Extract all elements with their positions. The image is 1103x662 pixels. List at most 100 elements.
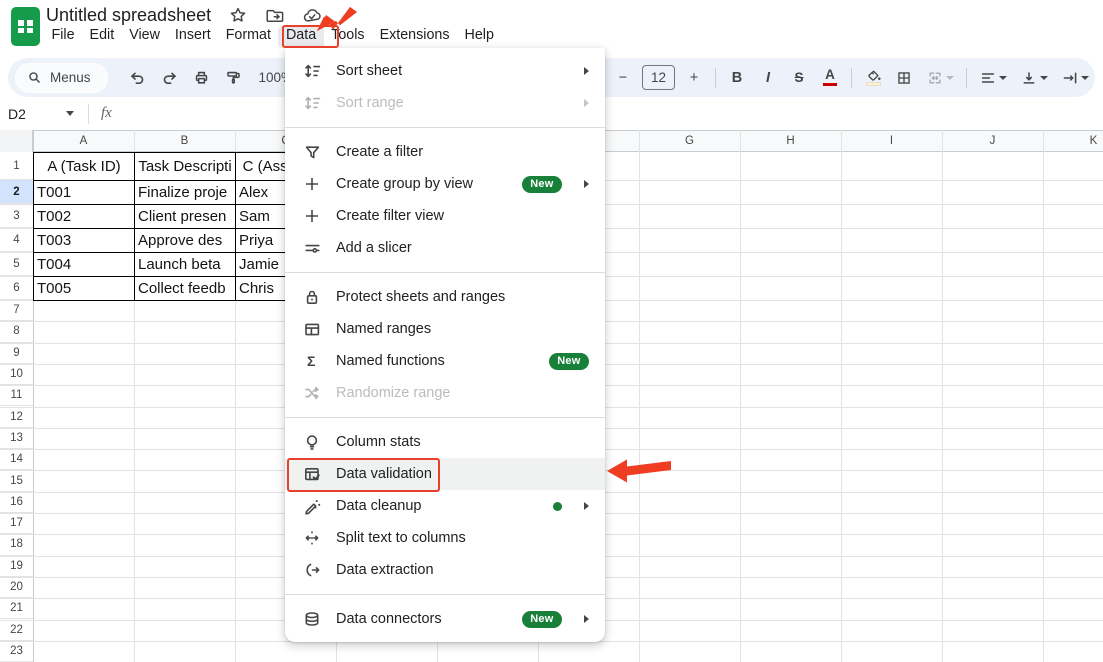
menu-item-data-extraction[interactable]: Data extraction [285, 554, 605, 586]
menu-item-named-functions[interactable]: ΣNamed functionsNew [285, 345, 605, 377]
bold-button[interactable]: B [722, 63, 752, 93]
column-header-G[interactable]: G [639, 130, 740, 152]
menubar-item-edit[interactable]: Edit [82, 26, 122, 48]
strikethrough-button[interactable]: S [784, 63, 814, 93]
menu-item-data-validation[interactable]: Data validation [285, 458, 605, 490]
fill-color-button[interactable] [858, 63, 888, 93]
column-header-H[interactable]: H [740, 130, 841, 152]
column-header-J[interactable]: J [942, 130, 1043, 152]
column-header-I[interactable]: I [841, 130, 942, 152]
row-header-14[interactable]: 14 [0, 449, 33, 470]
move-folder-icon[interactable] [265, 5, 285, 25]
menu-item-split-text-to-columns[interactable]: Split text to columns [285, 522, 605, 554]
menu-item-sort-sheet[interactable]: Sort sheet [285, 55, 605, 87]
text-wrap-button[interactable] [1055, 63, 1095, 93]
menu-item-create-group-by-view[interactable]: Create group by viewNew [285, 168, 605, 200]
borders-button[interactable] [889, 63, 919, 93]
sigma-icon: Σ [302, 351, 322, 371]
menu-item-label: Protect sheets and ranges [336, 289, 589, 305]
row-header-12[interactable]: 12 [0, 407, 33, 428]
name-box[interactable]: D2 [8, 106, 66, 122]
menubar-item-data[interactable]: Data [278, 26, 323, 48]
document-title[interactable]: Untitled spreadsheet [46, 5, 211, 26]
menubar-item-extensions[interactable]: Extensions [372, 26, 457, 48]
text-rotation-button[interactable]: A [1096, 63, 1103, 93]
menu-item-data-cleanup[interactable]: Data cleanup [285, 490, 605, 522]
row-header-23[interactable]: 23 [0, 641, 33, 662]
select-all-corner[interactable] [0, 130, 33, 152]
cell-B4[interactable]: Approve des [135, 229, 236, 253]
menubar-item-help[interactable]: Help [457, 26, 501, 48]
menubar-item-insert[interactable]: Insert [167, 26, 218, 48]
sort-icon [302, 93, 322, 113]
menu-item-data-connectors[interactable]: Data connectorsNew [285, 603, 605, 635]
print-button[interactable] [187, 63, 217, 93]
undo-button[interactable] [123, 63, 153, 93]
row-header-8[interactable]: 8 [0, 321, 33, 342]
row-header-4[interactable]: 4 [0, 228, 33, 252]
row-header-21[interactable]: 21 [0, 598, 33, 619]
menubar-item-view[interactable]: View [122, 26, 168, 48]
row-header-18[interactable]: 18 [0, 534, 33, 555]
menu-item-protect-sheets-and-ranges[interactable]: Protect sheets and ranges [285, 281, 605, 313]
vertical-align-button[interactable] [1014, 63, 1054, 93]
cell-A3[interactable]: T002 [34, 205, 135, 229]
cell-A2[interactable]: T001 [34, 181, 135, 205]
cloud-status-icon[interactable] [302, 5, 322, 25]
menu-divider [285, 594, 605, 595]
cell-A4[interactable]: T003 [34, 229, 135, 253]
row-header-10[interactable]: 10 [0, 364, 33, 385]
column-header-K[interactable]: K [1043, 130, 1103, 152]
paint-format-button[interactable] [219, 63, 249, 93]
row-header-6[interactable]: 6 [0, 276, 33, 300]
row-header-13[interactable]: 13 [0, 428, 33, 449]
row-header-22[interactable]: 22 [0, 620, 33, 641]
font-size-input[interactable]: 12 [642, 65, 675, 90]
menu-item-named-ranges[interactable]: Named ranges [285, 313, 605, 345]
row-header-16[interactable]: 16 [0, 492, 33, 513]
decrease-font-button[interactable]: − [608, 63, 638, 93]
row-header-17[interactable]: 17 [0, 513, 33, 534]
menu-item-add-a-slicer[interactable]: Add a slicer [285, 232, 605, 264]
star-icon[interactable] [228, 5, 248, 25]
redo-button[interactable] [155, 63, 185, 93]
row-header-3[interactable]: 3 [0, 204, 33, 228]
row-header-19[interactable]: 19 [0, 556, 33, 577]
row-header-11[interactable]: 11 [0, 385, 33, 406]
fx-icon: fx [101, 105, 112, 122]
table-icon [302, 319, 322, 339]
row-header-7[interactable]: 7 [0, 300, 33, 321]
cell-B5[interactable]: Launch beta [135, 253, 236, 277]
row-header-9[interactable]: 9 [0, 343, 33, 364]
italic-button[interactable]: I [753, 63, 783, 93]
menu-item-label: Sort range [336, 95, 562, 111]
increase-font-button[interactable]: + [679, 63, 709, 93]
cell-A1[interactable]: A (Task ID) [34, 153, 135, 181]
row-header-15[interactable]: 15 [0, 470, 33, 491]
cell-A6[interactable]: T005 [34, 277, 135, 301]
cell-B6[interactable]: Collect feedb [135, 277, 236, 301]
menubar-item-format[interactable]: Format [218, 26, 278, 48]
row-header-2[interactable]: 2 [0, 180, 33, 204]
menubar-item-file[interactable]: File [44, 26, 82, 48]
row-header-5[interactable]: 5 [0, 252, 33, 276]
slicer-icon [302, 238, 322, 258]
menu-item-column-stats[interactable]: Column stats [285, 426, 605, 458]
row-header-1[interactable]: 1 [0, 152, 33, 180]
cell-B2[interactable]: Finalize proje [135, 181, 236, 205]
menubar-item-tools[interactable]: Tools [324, 26, 372, 48]
menu-item-label: Named functions [336, 353, 535, 369]
menus-search[interactable]: Menus [16, 64, 107, 92]
name-box-caret-icon[interactable] [66, 111, 74, 116]
horizontal-align-button[interactable] [973, 63, 1013, 93]
column-header-B[interactable]: B [134, 130, 235, 152]
row-header-20[interactable]: 20 [0, 577, 33, 598]
column-header-A[interactable]: A [33, 130, 134, 152]
plus-icon [302, 174, 322, 194]
cell-B1[interactable]: Task Descripti [135, 153, 236, 181]
text-color-button[interactable]: A [815, 63, 845, 93]
cell-B3[interactable]: Client presen [135, 205, 236, 229]
menu-item-create-filter-view[interactable]: Create filter view [285, 200, 605, 232]
cell-A5[interactable]: T004 [34, 253, 135, 277]
menu-item-create-a-filter[interactable]: Create a filter [285, 136, 605, 168]
